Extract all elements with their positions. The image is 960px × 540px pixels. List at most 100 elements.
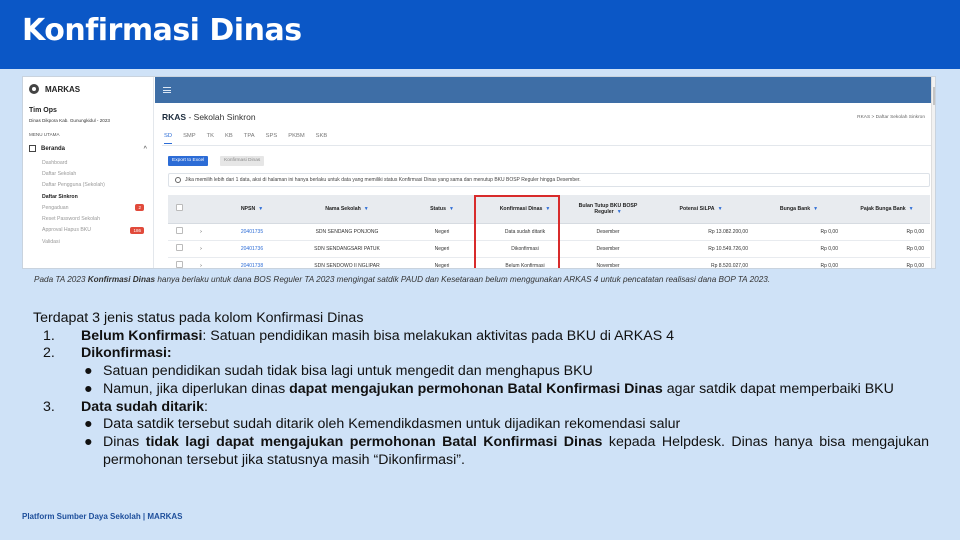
tab-sd[interactable]: SD: [164, 133, 173, 144]
column-header: Bulan Tutup BKU BOSP Reguler ▼: [568, 195, 648, 224]
sidebar-item[interactable]: Daftar Sekolah: [42, 168, 154, 179]
chevron-up-icon: ^: [143, 145, 147, 152]
sidebar-item[interactable]: Reset Password Sekolah: [42, 213, 154, 224]
bunga-cell: Rp 0,00: [754, 257, 844, 268]
menu-icon[interactable]: [163, 87, 171, 93]
level-tabs: SD SMP TK KB TPA SPS PKBM SKB: [164, 133, 327, 144]
nama-sekolah-cell: SDN SENDOWO II NGLIPAR: [292, 257, 402, 268]
select-all-header: [168, 195, 190, 224]
bulan-cell: November: [568, 257, 648, 268]
sub-bullet: ● Data satdik tersebut sudah ditarik oleh…: [33, 416, 929, 434]
scrollbar[interactable]: [931, 77, 935, 268]
status-item: 3. Data sudah ditarik:: [33, 399, 929, 417]
pajak-cell: Rp 0,00: [844, 223, 930, 241]
sidebar-item[interactable]: Dashboard: [42, 157, 154, 168]
status-item: 1. Belum Konfirmasi: Satuan pendidikan ma…: [33, 328, 929, 346]
select-all-checkbox[interactable]: [175, 204, 183, 212]
expand-chevron-icon[interactable]: ›: [190, 223, 212, 241]
tab-tk[interactable]: TK: [207, 133, 214, 144]
item-number: 1.: [43, 327, 55, 344]
sidebar-item-label: Dashboard: [42, 159, 68, 166]
user-name: Tim Ops: [29, 107, 57, 114]
scrollbar-thumb[interactable]: [933, 87, 935, 105]
column-header: NPSN ▼: [212, 195, 292, 224]
row-select-cell: [168, 223, 190, 241]
sidebar-item[interactable]: Daftar Pengguna (Sekolah): [42, 180, 154, 191]
item-text: Dikonfirmasi:: [81, 345, 172, 363]
page-title: RKAS - Sekolah Sinkron: [162, 112, 256, 122]
konfirmasi-dinas-button[interactable]: Konfirmasi Dinas: [220, 156, 265, 166]
sub-bullet-text: Data satdik tersebut sudah ditarik oleh …: [103, 416, 929, 434]
item-title: Belum Konfirmasi: [81, 327, 203, 344]
bunga-cell: Rp 0,00: [754, 240, 844, 258]
npsn-link[interactable]: 20401738: [212, 257, 292, 268]
menu-heading: MENU UTAMA: [29, 132, 60, 137]
bullet-bold: tidak lagi dapat mengajukan permohonan B…: [145, 433, 603, 450]
silpa-cell: Rp 8.520.027,00: [648, 257, 754, 268]
column-label: NPSN: [240, 205, 256, 212]
tab-sps[interactable]: SPS: [266, 133, 278, 144]
footer: Platform Sumber Daya Sekolah | MARKAS: [22, 512, 183, 521]
sidebar-item-label: Daftar Sekolah: [42, 170, 77, 177]
column-header: Status ▼: [402, 195, 482, 224]
item-description: : Satuan pendidikan masih bisa melakukan…: [202, 327, 675, 344]
info-icon: [175, 177, 181, 183]
konfirmasi-column-highlight: [474, 195, 560, 268]
main-area: RKAS - Sekolah Sinkron RKAS > Daftar Sek…: [155, 77, 935, 268]
column-label: Status: [430, 205, 446, 212]
tab-pkbm[interactable]: PKBM: [288, 133, 304, 144]
filter-icon[interactable]: ▼: [813, 206, 818, 212]
bullet-text: agar satdik dapat memperbaiki BKU: [662, 380, 894, 397]
sidebar-item-label: Reset Password Sekolah: [42, 216, 100, 223]
tab-divider: [162, 145, 932, 146]
bullet-dot: ●: [84, 380, 93, 397]
status-list: 1. Belum Konfirmasi: Satuan pendidikan ma…: [33, 328, 929, 470]
filter-icon[interactable]: ▼: [258, 206, 263, 212]
filter-icon[interactable]: ▼: [909, 206, 914, 212]
column-header: Pajak Bunga Bank ▼: [844, 195, 930, 224]
column-label: Potensi SiLPA: [679, 205, 715, 212]
bullet-text: Data satdik tersebut sudah ditarik oleh …: [103, 416, 681, 433]
title-bar: Konfirmasi Dinas: [0, 0, 960, 69]
filter-icon[interactable]: ▼: [449, 206, 454, 212]
tab-skb[interactable]: SKB: [316, 133, 328, 144]
bulan-cell: Desember: [568, 223, 648, 241]
bullet-text: Satuan pendidikan sudah tidak bisa lagi …: [103, 363, 593, 380]
nama-sekolah-cell: SDN SENDANGSARI PATUK: [292, 240, 402, 258]
screenshot-caption: Pada TA 2023 Konfirmasi Dinas hanya berl…: [34, 275, 771, 284]
breadcrumb[interactable]: RKAS > Daftar Sekolah Sinkron: [857, 115, 925, 120]
tab-smp[interactable]: SMP: [183, 133, 196, 144]
bullet-dot: ●: [84, 363, 93, 380]
column-header: Nama Sekolah ▼: [292, 195, 402, 224]
row-checkbox[interactable]: [175, 227, 183, 234]
sub-bullet: ● Namun, jika diperlukan dinas dapat meng…: [33, 381, 929, 399]
item-text: Data sudah ditarik:: [81, 399, 208, 417]
filter-icon[interactable]: ▼: [617, 209, 622, 215]
filter-icon[interactable]: ▼: [718, 206, 723, 212]
npsn-link[interactable]: 20401736: [212, 240, 292, 258]
item-number: 3.: [43, 398, 55, 415]
sub-bullet-text: Namun, jika diperlukan dinas dapat menga…: [103, 381, 929, 399]
sidebar-item[interactable]: Daftar Sinkron: [42, 191, 154, 202]
sidebar-item[interactable]: Approval Hapus BKU 186: [42, 225, 154, 236]
expand-chevron-icon[interactable]: ›: [190, 240, 212, 258]
column-label: Pajak Bunga Bank: [860, 205, 906, 212]
export-excel-button[interactable]: Export to Excel: [168, 156, 209, 166]
sidebar-item[interactable]: Validasi: [42, 236, 154, 247]
app-logo[interactable]: MARKAS: [29, 84, 80, 94]
status-cell: Negeri: [402, 257, 482, 268]
sidebar-item[interactable]: Pengaduan 2: [42, 202, 154, 213]
tab-kb[interactable]: KB: [225, 133, 233, 144]
tab-tpa[interactable]: TPA: [244, 133, 255, 144]
sidebar-item-beranda[interactable]: Beranda ^: [29, 145, 147, 152]
row-checkbox[interactable]: [175, 261, 183, 268]
logo-icon: [29, 84, 39, 94]
filter-icon[interactable]: ▼: [364, 206, 369, 212]
row-checkbox[interactable]: [175, 244, 183, 251]
status-cell: Negeri: [402, 223, 482, 241]
bulan-cell: Desember: [568, 240, 648, 258]
npsn-link[interactable]: 20401735: [212, 223, 292, 241]
grid-icon: [29, 145, 36, 152]
item-text: Belum Konfirmasi: Satuan pendidikan masi…: [81, 328, 674, 346]
expand-chevron-icon[interactable]: ›: [190, 257, 212, 268]
